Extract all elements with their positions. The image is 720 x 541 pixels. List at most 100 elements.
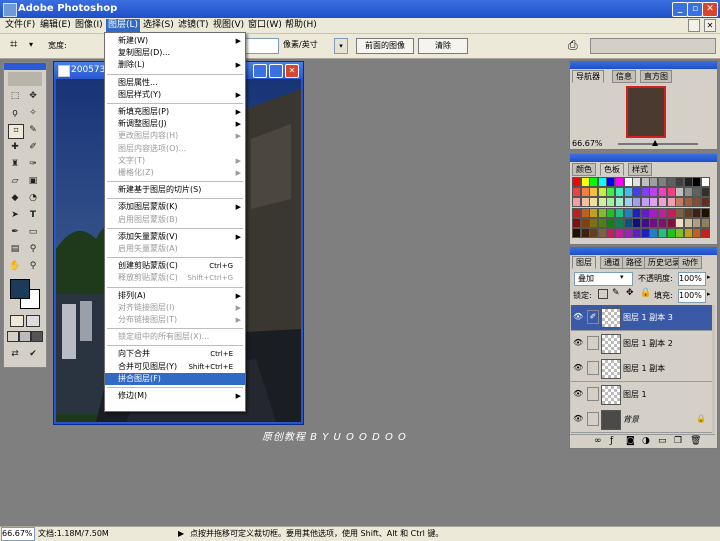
status-zoom[interactable]: 66.67% [1, 527, 35, 541]
doc-close-icon[interactable]: ✕ [704, 19, 716, 32]
zoom-slider-thumb-icon[interactable]: ▲ [652, 138, 658, 147]
shape-tool-icon[interactable]: ▭ [26, 226, 40, 239]
resolution-field[interactable] [245, 38, 279, 54]
screen-mode-full-menu-icon[interactable] [19, 331, 31, 342]
eye-icon[interactable]: 👁 [573, 389, 583, 399]
layer-menu-item[interactable]: 向下合并 Ctrl+E [105, 348, 245, 360]
swatches-panel-title[interactable] [570, 154, 717, 162]
color-swatch[interactable] [701, 187, 710, 198]
layers-panel-title[interactable] [570, 247, 717, 255]
link-slot[interactable] [587, 335, 599, 350]
layer-menu-item[interactable]: 新建基于图层的切片(S) [105, 184, 245, 196]
tab-channels[interactable]: 通道 [600, 256, 624, 269]
fill-field[interactable]: 100% [678, 289, 706, 303]
color-swatch[interactable] [701, 197, 710, 208]
palette-well[interactable] [590, 38, 716, 54]
crop-tool-button-icon[interactable]: ⌗ [8, 124, 24, 139]
type-tool-icon[interactable]: T [26, 209, 40, 222]
layer-menu-item[interactable]: 添加图层蒙版(K) ▶ [105, 201, 245, 213]
layer-row[interactable]: 👁 ✐ 图层 1 副本 3 [571, 305, 712, 331]
layer-menu-item[interactable]: 排列(A) ▶ [105, 290, 245, 302]
layer-menu-item[interactable]: 新填充图层(P) ▶ [105, 106, 245, 118]
clone-stamp-icon[interactable]: ♜ [8, 158, 22, 171]
layer-menu-item[interactable]: 新建(W) ▶ [105, 35, 245, 47]
layer-menu-item[interactable]: 复制图层(D)... [105, 47, 245, 59]
color-swatch[interactable] [701, 228, 710, 238]
tab-navigator[interactable]: 导航器 [572, 70, 604, 83]
layer-menu-item[interactable]: 添加矢量蒙版(V) ▶ [105, 231, 245, 243]
zoom-tool-icon[interactable]: ⚲ [26, 260, 40, 273]
eye-icon[interactable]: 👁 [573, 363, 583, 373]
status-arrow-icon[interactable]: ▶ [178, 527, 184, 541]
marquee-tool-icon[interactable]: ⬚ [8, 90, 22, 103]
layer-row[interactable]: 👁 图层 1 副本 [571, 356, 712, 382]
color-swatch[interactable] [701, 217, 710, 228]
doc-window-minimize-icon[interactable] [253, 64, 267, 78]
lock-all-icon[interactable]: 🔒 [640, 288, 651, 298]
blur-tool-icon[interactable]: ◆ [8, 192, 22, 205]
blend-mode-select[interactable]: 叠加 [574, 272, 633, 286]
doc-minimize-icon[interactable] [688, 19, 700, 32]
clear-button[interactable]: 清除 [418, 38, 468, 54]
menu-window[interactable]: 窗口(W) [246, 19, 284, 32]
history-brush-icon[interactable]: ✑ [26, 158, 40, 171]
layer-menu-item[interactable]: 合并可见图层(Y) Shift+Ctrl+E [105, 361, 245, 373]
screen-mode-full-icon[interactable] [31, 331, 43, 342]
tool-preset-chevron-icon[interactable]: ▾ [29, 40, 33, 49]
layer-style-icon[interactable]: ƒ [610, 436, 613, 446]
doc-window-maximize-icon[interactable] [269, 64, 283, 78]
layer-row[interactable]: 👁 图层 1 副本 2 [571, 330, 712, 357]
navigator-thumbnail[interactable] [626, 86, 666, 138]
quickmask-mode-icon[interactable] [26, 315, 40, 327]
tab-histogram[interactable]: 直方图 [640, 70, 672, 83]
link-slot[interactable] [587, 412, 599, 426]
dodge-tool-icon[interactable]: ◔ [26, 192, 40, 205]
front-image-button[interactable]: 前面的图像 [356, 38, 414, 54]
eye-icon[interactable]: 👁 [573, 414, 583, 424]
tab-layers[interactable]: 图层 [572, 256, 596, 269]
color-swatch[interactable] [701, 177, 710, 187]
color-swatch[interactable] [701, 207, 710, 218]
brush-tool-icon[interactable]: ✐ [26, 141, 40, 154]
layer-menu-item[interactable]: 图层样式(Y) ▶ [105, 89, 245, 101]
foreground-color-front[interactable] [10, 279, 30, 299]
slice-tool-icon[interactable]: ✎ [26, 124, 40, 137]
fill-chevron-icon[interactable]: ▸ [707, 290, 711, 298]
hand-tool-icon[interactable]: ✋ [8, 260, 22, 273]
layer-menu-item[interactable]: 创建剪贴蒙版(C) Ctrl+G [105, 260, 245, 272]
blend-mode-chevron-icon[interactable]: ▾ [620, 273, 624, 281]
link-layers-icon[interactable]: ∞ [594, 436, 602, 446]
tab-color[interactable]: 颜色 [572, 163, 596, 176]
new-group-icon[interactable]: ▭ [658, 436, 667, 446]
checkmark-icon[interactable]: ✔ [26, 348, 40, 361]
jump-to-imageready-icon[interactable]: ⇄ [8, 348, 22, 361]
menu-select[interactable]: 选择(S) [141, 19, 176, 32]
menu-edit[interactable]: 编辑(E) [38, 19, 73, 32]
lock-transparency-icon[interactable] [598, 289, 608, 299]
tab-swatches[interactable]: 色板 [600, 163, 624, 176]
tab-actions[interactable]: 动作 [678, 256, 702, 269]
menu-layer[interactable]: 图层(L) [106, 19, 141, 32]
opacity-chevron-icon[interactable]: ▸ [707, 273, 711, 281]
maximize-icon[interactable]: ▫ [687, 2, 703, 17]
link-slot[interactable] [587, 386, 599, 401]
doc-window-close-icon[interactable]: ✕ [285, 64, 299, 78]
unit-dropdown-icon[interactable]: ▾ [334, 38, 348, 54]
eye-icon[interactable]: 👁 [573, 338, 583, 348]
menu-filter[interactable]: 滤镜(T) [176, 19, 211, 32]
navigator-panel-title[interactable] [570, 61, 717, 69]
gradient-tool-icon[interactable]: ▣ [26, 175, 40, 188]
layer-menu-item[interactable]: 修边(M) ▶ [105, 390, 245, 402]
tab-styles[interactable]: 样式 [628, 163, 652, 176]
minimize-icon[interactable]: _ [672, 2, 688, 17]
layer-mask-icon[interactable]: ◙ [626, 436, 635, 446]
close-icon[interactable]: ✕ [702, 2, 718, 17]
healing-brush-icon[interactable]: ✚ [8, 141, 22, 154]
move-tool-icon[interactable]: ✥ [26, 90, 40, 103]
menu-image[interactable]: 图像(I) [73, 19, 105, 32]
lasso-tool-icon[interactable]: ϙ [8, 107, 22, 120]
layer-row[interactable]: 👁 背景 🔒 [571, 407, 712, 433]
new-layer-icon[interactable]: ❐ [674, 436, 682, 446]
notes-tool-icon[interactable]: ▤ [8, 243, 22, 256]
tab-info[interactable]: 信息 [612, 70, 636, 83]
